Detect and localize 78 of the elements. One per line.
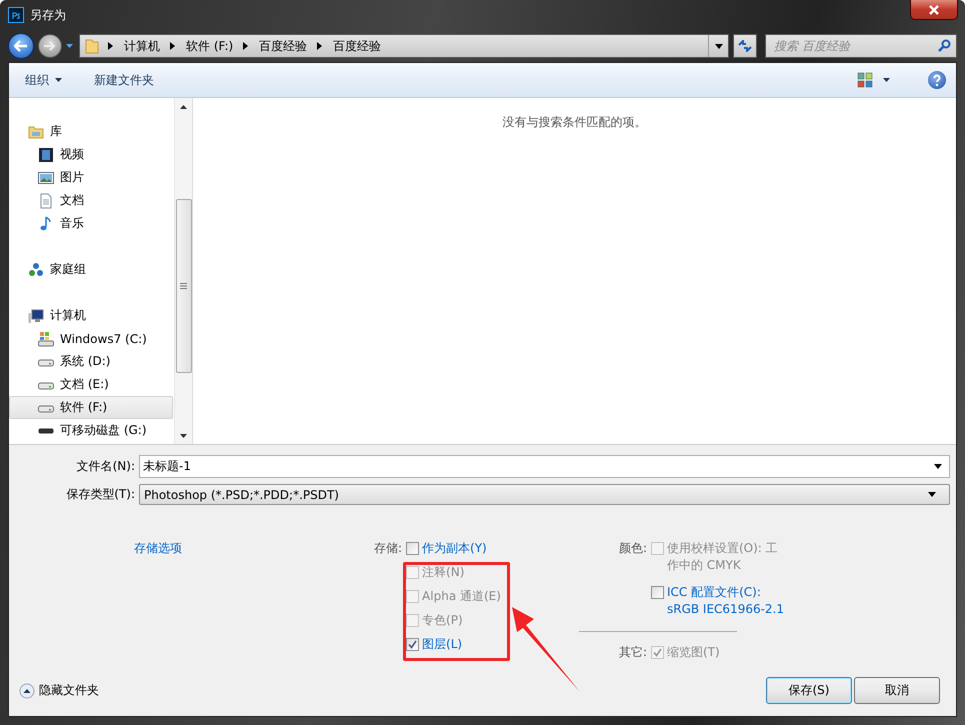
file-name-label: 文件名(N): xyxy=(76,458,136,475)
sidebar-item[interactable]: 视频 xyxy=(9,143,173,166)
new-folder-button[interactable]: 新建文件夹 xyxy=(88,68,160,92)
save-label: 存储: xyxy=(374,540,402,557)
save-options-link[interactable]: 存储选项 xyxy=(134,540,182,556)
file-type-label: 保存类型(T): xyxy=(65,486,136,503)
picture-icon xyxy=(38,170,54,186)
caret-icon xyxy=(883,78,890,82)
scroll-up-icon[interactable] xyxy=(180,104,187,108)
windows-drive-icon xyxy=(38,330,54,346)
forward-arrow-icon xyxy=(44,41,56,51)
search-icon[interactable] xyxy=(938,39,951,52)
scrollbar[interactable] xyxy=(174,98,193,444)
organize-menu[interactable]: 组织 xyxy=(19,68,68,92)
breadcrumb-item[interactable]: 百度经验 xyxy=(331,38,384,54)
back-button[interactable] xyxy=(8,33,34,59)
back-arrow-icon xyxy=(14,40,28,52)
library-folder-icon xyxy=(28,124,44,140)
empty-message: 没有与搜索条件匹配的项。 xyxy=(502,114,646,128)
sidebar-item[interactable]: 可移动磁盘 (G:) xyxy=(9,419,173,442)
caret-icon xyxy=(55,78,62,82)
file-type-dropdown[interactable]: Photoshop (*.PSD;*.PDD;*.PSDT) xyxy=(139,484,950,505)
caret-icon xyxy=(933,464,943,470)
sidebar-item[interactable]: 图片 xyxy=(9,166,173,189)
scroll-down-icon[interactable] xyxy=(180,434,187,438)
computer-icon xyxy=(28,308,44,324)
sidebar-item[interactable]: 家庭组 xyxy=(9,258,173,281)
breadcrumb-item[interactable]: 百度经验 xyxy=(257,38,310,54)
forward-button[interactable] xyxy=(38,34,62,58)
close-icon xyxy=(928,4,940,14)
address-bar[interactable]: 计算机 软件 (F:) 百度经验 百度经验 xyxy=(79,34,729,58)
sidebar-item[interactable]: 软件 (F:) xyxy=(9,396,173,419)
color-label: 颜色: xyxy=(618,540,647,557)
sidebar-item[interactable]: 库 xyxy=(9,120,173,143)
document-icon xyxy=(38,192,54,208)
sidebar-item[interactable]: 计算机 xyxy=(9,304,173,327)
collapse-icon xyxy=(19,682,35,698)
caret-icon xyxy=(714,44,722,48)
homegroup-icon xyxy=(28,262,44,278)
file-name-field[interactable]: 未标题-1 xyxy=(139,455,950,478)
dialog-button[interactable]: 取消 xyxy=(854,677,940,704)
checkbox-label[interactable]: 图层(L) xyxy=(422,636,462,653)
checkmark-icon xyxy=(652,648,662,657)
breadcrumb-item[interactable]: 软件 (F:) xyxy=(184,38,236,54)
chevron-icon[interactable] xyxy=(317,42,324,50)
hide-folders-button[interactable]: 隐藏文件夹 xyxy=(19,682,99,699)
folder-icon xyxy=(84,38,100,54)
app-icon xyxy=(8,7,24,23)
checkbox[interactable] xyxy=(406,542,420,555)
checkbox[interactable] xyxy=(406,638,420,651)
removable-drive-icon xyxy=(38,428,54,434)
chevron-icon[interactable] xyxy=(243,42,250,50)
film-icon xyxy=(38,146,54,162)
chevron-icon[interactable] xyxy=(108,42,114,50)
refresh-button[interactable] xyxy=(733,34,757,58)
grip-icon xyxy=(180,283,187,289)
view-options-button[interactable] xyxy=(857,72,890,88)
sidebar-item[interactable]: Windows7 (C:) xyxy=(9,327,173,350)
view-grid-icon xyxy=(857,72,873,88)
checkbox[interactable] xyxy=(650,586,664,599)
window-title: 另存为 xyxy=(30,6,67,24)
checkmark-icon xyxy=(408,640,418,649)
close-button[interactable] xyxy=(910,0,958,20)
breadcrumb-item[interactable]: 计算机 xyxy=(122,38,162,54)
chevron-icon[interactable] xyxy=(170,42,176,50)
other-label: 其它: xyxy=(618,644,647,661)
checkbox-label[interactable]: ICC 配置文件(C): sRGB IEC61966-2.1 xyxy=(666,584,786,618)
sidebar-item[interactable]: 文档 xyxy=(9,189,173,212)
caret-icon xyxy=(927,492,937,498)
history-caret-icon[interactable] xyxy=(66,44,73,48)
checkbox-label[interactable]: 作为副本(Y) xyxy=(422,540,487,557)
sidebar-item[interactable]: 音乐 xyxy=(9,212,173,235)
help-button[interactable] xyxy=(928,71,946,89)
sidebar-item[interactable]: 文档 (E:) xyxy=(9,373,173,396)
sidebar-item[interactable]: 系统 (D:) xyxy=(9,350,173,373)
dialog-button[interactable]: 保存(S) xyxy=(766,677,852,704)
refresh-arrows-icon xyxy=(738,40,752,52)
search-field[interactable]: 搜索 百度经验 xyxy=(765,34,957,58)
